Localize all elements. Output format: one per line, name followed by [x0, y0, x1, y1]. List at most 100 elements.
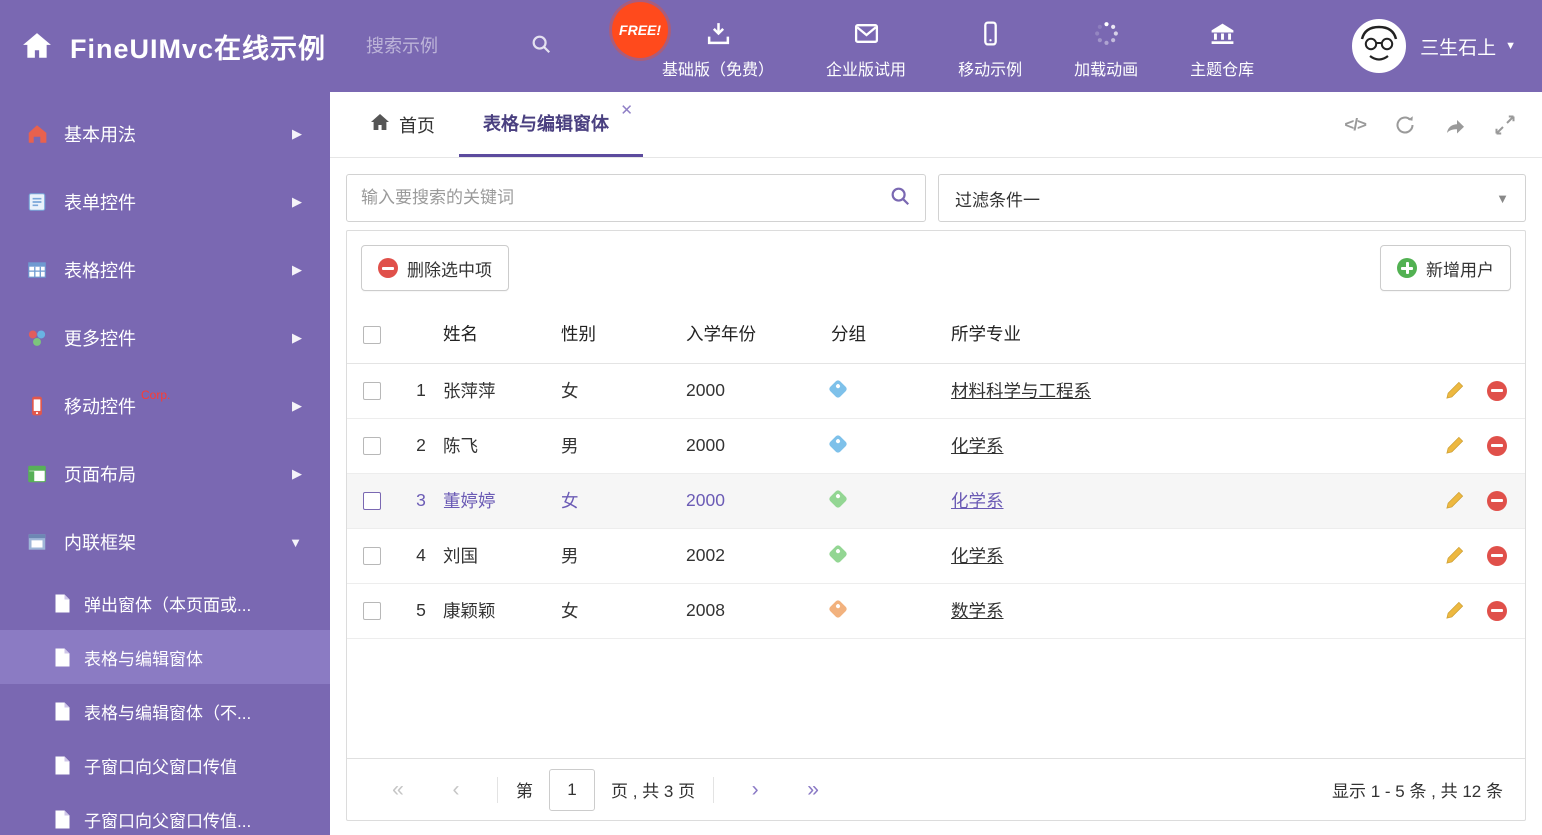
nav-item-label: 移动示例 [958, 62, 1023, 79]
file-icon [54, 702, 71, 721]
row-checkbox[interactable] [363, 602, 381, 621]
add-user-button[interactable]: 新增用户 [1380, 245, 1511, 291]
edit-pencil-icon[interactable] [1444, 380, 1465, 401]
nav-item-basic-free[interactable]: FREE! 基础版（免费） [612, 0, 800, 92]
username[interactable]: 三生石上 ▼ [1420, 33, 1516, 60]
header-nav: FREE! 基础版（免费） 企业版试用 移动示例 加载动画 主题仓库 [612, 0, 1280, 92]
delete-selected-button[interactable]: 删除选中项 [361, 245, 509, 291]
row-checkbox[interactable] [363, 492, 381, 511]
sidebar-item-form-controls[interactable]: 表单控件 ▶ [0, 168, 330, 236]
group-tag-icon [828, 434, 848, 454]
filter-row: 过滤条件一 ▼ [346, 174, 1526, 222]
row-checkbox[interactable] [363, 382, 381, 401]
file-icon [54, 648, 71, 667]
delete-row-icon[interactable] [1487, 435, 1507, 456]
free-badge: FREE! [612, 2, 669, 58]
fullscreen-icon[interactable] [1494, 114, 1516, 136]
page-number-input[interactable] [549, 768, 595, 811]
first-page-button[interactable]: « [369, 778, 427, 802]
tab-label: 首页 [399, 115, 435, 136]
major-link[interactable]: 化学系 [951, 491, 1004, 511]
cell-gender: 男 [561, 418, 686, 474]
sidebar-item-label: 表格控件 [64, 261, 136, 281]
cell-gender: 女 [561, 363, 686, 419]
tab-home[interactable]: 首页 [346, 92, 459, 157]
edit-pencil-icon[interactable] [1444, 545, 1465, 566]
nav-item-label: 企业版试用 [826, 62, 907, 79]
sidebar-subitem-grid-edit-window-2[interactable]: 表格与编辑窗体（不... [0, 684, 330, 738]
last-page-button[interactable]: » [784, 778, 842, 802]
nav-item-enterprise-trial[interactable]: 企业版试用 [800, 0, 932, 92]
nav-item-loading-animation[interactable]: 加载动画 [1048, 0, 1164, 92]
refresh-icon[interactable] [1394, 114, 1416, 136]
delete-row-icon[interactable] [1487, 490, 1507, 511]
sidebar-subitem-child-to-parent-2[interactable]: 子窗口向父窗口传值... [0, 792, 330, 835]
file-icon [54, 756, 71, 775]
row-checkbox[interactable] [363, 547, 381, 566]
delete-row-icon[interactable] [1487, 380, 1507, 401]
major-link[interactable]: 化学系 [951, 436, 1004, 456]
table-icon [26, 259, 48, 281]
header-search-input[interactable] [366, 35, 517, 57]
tab-bar-actions: </> [1344, 92, 1542, 157]
grid-panel: 删除选中项 新增用户 姓名 性别 入学年份 分组 所学专业 1 张萍萍 女 20… [346, 230, 1526, 821]
sidebar-item-more-controls[interactable]: 更多控件 ▶ [0, 304, 330, 372]
next-page-button[interactable]: › [726, 778, 784, 802]
table-row[interactable]: 3 董婷婷 女 2000 化学系 [347, 473, 1525, 529]
keyword-search-input[interactable] [361, 188, 889, 208]
row-number: 5 [399, 583, 443, 639]
row-checkbox[interactable] [363, 437, 381, 456]
sidebar-item-grid-controls[interactable]: 表格控件 ▶ [0, 236, 330, 304]
nav-item-label: 加载动画 [1074, 62, 1139, 79]
app-title: FineUIMvc在线示例 [70, 33, 327, 64]
cell-name: 康颖颖 [443, 583, 561, 639]
sidebar-subitem-grid-edit-window[interactable]: 表格与编辑窗体 [0, 630, 330, 684]
source-code-icon[interactable]: </> [1344, 115, 1367, 135]
sidebar-item-page-layout[interactable]: 页面布局 ▶ [0, 440, 330, 508]
sidebar-subitem-label: 表格与编辑窗体（不... [84, 703, 252, 723]
avatar[interactable] [1352, 19, 1407, 73]
search-icon[interactable] [530, 33, 552, 60]
sidebar-subitem-child-to-parent[interactable]: 子窗口向父窗口传值 [0, 738, 330, 792]
table-row[interactable]: 1 张萍萍 女 2000 材料科学与工程系 [347, 363, 1525, 419]
select-all-checkbox[interactable] [363, 325, 381, 344]
home-icon[interactable] [20, 31, 54, 61]
delete-row-icon[interactable] [1487, 600, 1507, 621]
sidebar-item-inline-frame[interactable]: 内联框架 ▼ [0, 508, 330, 576]
row-number: 4 [399, 528, 443, 584]
major-link[interactable]: 化学系 [951, 546, 1004, 566]
data-grid: 姓名 性别 入学年份 分组 所学专业 1 张萍萍 女 2000 材料科学与工程系… [347, 305, 1525, 758]
prev-page-button[interactable]: ‹ [427, 778, 485, 802]
table-row[interactable]: 2 陈飞 男 2000 化学系 [347, 418, 1525, 474]
nav-item-mobile-demo[interactable]: 移动示例 [932, 0, 1048, 92]
chevron-down-icon: ▼ [1496, 190, 1509, 206]
envelope-icon [853, 19, 880, 47]
tab-grid-edit-window[interactable]: 表格与编辑窗体 ✕ [459, 92, 643, 157]
table-row[interactable]: 4 刘国 男 2002 化学系 [347, 528, 1525, 584]
sidebar-subitem-label: 子窗口向父窗口传值... [84, 811, 252, 831]
major-link[interactable]: 材料科学与工程系 [951, 381, 1091, 401]
open-new-window-icon[interactable] [1444, 114, 1466, 136]
filter-dropdown[interactable]: 过滤条件一 ▼ [938, 174, 1526, 222]
edit-pencil-icon[interactable] [1444, 490, 1465, 511]
user-menu[interactable]: 三生石上 ▼ [1352, 19, 1516, 73]
nav-item-theme-store[interactable]: 主题仓库 [1164, 0, 1280, 92]
cell-name: 董婷婷 [443, 473, 561, 529]
sidebar-item-mobile-controls[interactable]: 移动控件 Corp. ▶ [0, 372, 330, 440]
table-row[interactable]: 5 康颖颖 女 2008 数学系 [347, 583, 1525, 639]
search-icon[interactable] [889, 185, 911, 212]
cell-year: 2000 [686, 363, 831, 419]
major-link[interactable]: 数学系 [951, 601, 1004, 621]
sidebar-item-basic-usage[interactable]: 基本用法 ▶ [0, 100, 330, 168]
sidebar: 基本用法 ▶ 表单控件 ▶ 表格控件 ▶ 更多控件 ▶ 移动控件 Corp. ▶… [0, 92, 330, 835]
edit-pencil-icon[interactable] [1444, 600, 1465, 621]
sidebar-subitem-popup-window[interactable]: 弹出窗体（本页面或... [0, 576, 330, 630]
cell-gender: 女 [561, 583, 686, 639]
divider [497, 776, 498, 803]
row-number: 2 [399, 418, 443, 474]
group-tag-icon [828, 599, 848, 619]
edit-pencil-icon[interactable] [1444, 435, 1465, 456]
chevron-right-icon: ▶ [292, 398, 302, 413]
close-icon[interactable]: ✕ [620, 103, 633, 118]
delete-row-icon[interactable] [1487, 545, 1507, 566]
